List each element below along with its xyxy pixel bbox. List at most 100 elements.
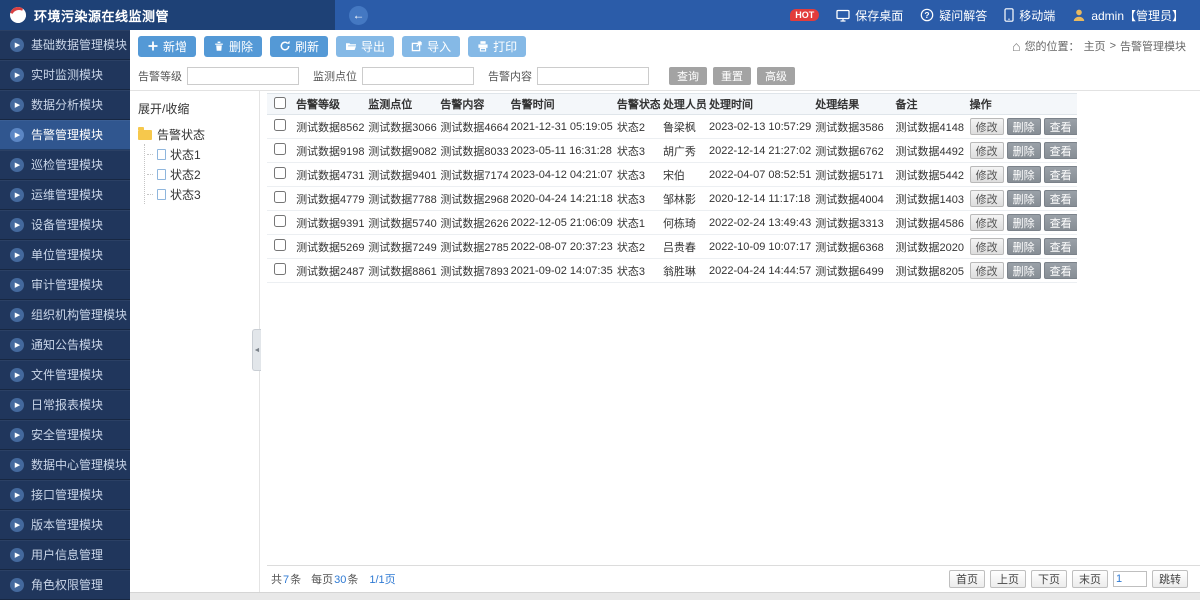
- sidebar-item[interactable]: ▶数据中心管理模块: [0, 450, 130, 480]
- edit-button[interactable]: 修改: [970, 118, 1004, 135]
- refresh-button[interactable]: 刷新: [270, 36, 328, 57]
- select-all-checkbox[interactable]: [274, 97, 286, 109]
- table-cell: 测试数据8861: [365, 259, 437, 283]
- row-checkbox[interactable]: [274, 143, 286, 155]
- edit-button[interactable]: 修改: [970, 142, 1004, 159]
- sidebar-item[interactable]: ▶审计管理模块: [0, 270, 130, 300]
- edit-button[interactable]: 修改: [970, 262, 1004, 279]
- chevron-right-icon: ▶: [10, 308, 24, 322]
- sidebar-item[interactable]: ▶告警管理模块: [0, 120, 130, 150]
- delete-button[interactable]: 删除: [1007, 190, 1041, 207]
- tree-root-node[interactable]: 告警状态: [138, 124, 259, 144]
- row-checkbox[interactable]: [274, 215, 286, 227]
- first-page-button[interactable]: 首页: [949, 570, 985, 588]
- edit-button[interactable]: 修改: [970, 190, 1004, 207]
- delete-button[interactable]: 删除: [1007, 142, 1041, 159]
- view-button[interactable]: 查看: [1044, 262, 1077, 279]
- tree-node-label: 状态2: [170, 166, 201, 183]
- sidebar-item[interactable]: ▶通知公告模块: [0, 330, 130, 360]
- page-jump-input[interactable]: [1113, 571, 1147, 587]
- sidebar-item[interactable]: ▶巡检管理模块: [0, 150, 130, 180]
- topbar-link-monitor[interactable]: 保存桌面: [836, 7, 903, 24]
- print-button[interactable]: 打印: [468, 36, 526, 57]
- home-icon: ⌂: [1012, 39, 1020, 53]
- sidebar-item[interactable]: ▶单位管理模块: [0, 240, 130, 270]
- sidebar-item[interactable]: ▶数据分析模块: [0, 90, 130, 120]
- table-cell: 2022-10-09 10:07:17: [706, 235, 812, 259]
- view-button[interactable]: 查看: [1044, 166, 1077, 183]
- row-checkbox[interactable]: [274, 167, 286, 179]
- view-button[interactable]: 查看: [1044, 214, 1077, 231]
- delete-button[interactable]: 删除: [1007, 238, 1041, 255]
- delete-button[interactable]: 删除: [1007, 214, 1041, 231]
- prev-page-button[interactable]: 上页: [990, 570, 1026, 588]
- advanced-button[interactable]: 高级: [757, 67, 795, 85]
- delete-button[interactable]: 删除: [1007, 262, 1041, 279]
- logo-area: 环境污染源在线监测管: [0, 0, 335, 30]
- back-arrow-icon[interactable]: ←: [349, 6, 368, 25]
- column-header: 操作: [967, 94, 1077, 115]
- delete-button[interactable]: 删除: [204, 36, 262, 57]
- table-cell: 2020-12-14 11:17:18: [706, 187, 812, 211]
- edit-button[interactable]: 修改: [970, 214, 1004, 231]
- tree-node[interactable]: 状态1: [147, 144, 259, 164]
- table-cell: 状态1: [614, 211, 660, 235]
- sidebar-item[interactable]: ▶日常报表模块: [0, 390, 130, 420]
- row-checkbox[interactable]: [274, 239, 286, 251]
- user-menu[interactable]: admin【管理员】: [1072, 7, 1184, 24]
- panel-collapse-handle[interactable]: ◄: [252, 329, 261, 371]
- page-jump-button[interactable]: 跳转: [1152, 570, 1188, 588]
- edit-button[interactable]: 修改: [970, 166, 1004, 183]
- view-button[interactable]: 查看: [1044, 190, 1077, 207]
- topbar-link-question[interactable]: ?疑问解答: [920, 7, 987, 24]
- sidebar-item[interactable]: ▶设备管理模块: [0, 210, 130, 240]
- monitor-point-input[interactable]: [362, 67, 474, 85]
- sidebar-item-label: 文件管理模块: [31, 366, 103, 383]
- filter-field: 告警内容: [488, 67, 649, 85]
- view-button[interactable]: 查看: [1044, 118, 1077, 135]
- export-icon: [345, 40, 357, 52]
- last-page-button[interactable]: 末页: [1072, 570, 1108, 588]
- row-checkbox[interactable]: [274, 119, 286, 131]
- per-page-text: 每页30条: [311, 571, 358, 587]
- sidebar-item[interactable]: ▶文件管理模块: [0, 360, 130, 390]
- pagination-bar: 共7条 每页30条 1/1页 首页上页下页末页 跳转: [267, 565, 1200, 592]
- table-cell: 测试数据7174: [437, 163, 507, 187]
- filter-label: 告警内容: [488, 68, 532, 84]
- table-cell: 测试数据5171: [812, 163, 892, 187]
- table-cell: 测试数据5269: [293, 235, 365, 259]
- sidebar-item[interactable]: ▶用户信息管理: [0, 540, 130, 570]
- export-button[interactable]: 导出: [336, 36, 394, 57]
- view-button[interactable]: 查看: [1044, 238, 1077, 255]
- import-button[interactable]: 导入: [402, 36, 460, 57]
- edit-button[interactable]: 修改: [970, 238, 1004, 255]
- sidebar-item[interactable]: ▶运维管理模块: [0, 180, 130, 210]
- row-select-cell: [267, 187, 293, 211]
- sidebar-item[interactable]: ▶基础数据管理模块: [0, 30, 130, 60]
- delete-button[interactable]: 删除: [1007, 118, 1041, 135]
- sidebar-item[interactable]: ▶安全管理模块: [0, 420, 130, 450]
- sidebar-item[interactable]: ▶版本管理模块: [0, 510, 130, 540]
- alarm-content-input[interactable]: [537, 67, 649, 85]
- sidebar-item[interactable]: ▶组织机构管理模块: [0, 300, 130, 330]
- add-button[interactable]: 新增: [138, 36, 196, 57]
- bottom-scrollbar-strip[interactable]: [130, 592, 1200, 600]
- reset-button[interactable]: 重置: [713, 67, 751, 85]
- breadcrumb-home[interactable]: 主页: [1084, 38, 1106, 54]
- tree-expand-collapse[interactable]: 展开/收缩: [138, 100, 259, 117]
- row-checkbox[interactable]: [274, 191, 286, 203]
- view-button[interactable]: 查看: [1044, 142, 1077, 159]
- next-page-button[interactable]: 下页: [1031, 570, 1067, 588]
- table-cell: 状态2: [614, 235, 660, 259]
- sidebar-item[interactable]: ▶实时监测模块: [0, 60, 130, 90]
- row-checkbox[interactable]: [274, 263, 286, 275]
- sidebar-item-label: 单位管理模块: [31, 246, 103, 263]
- delete-button[interactable]: 删除: [1007, 166, 1041, 183]
- topbar-link-phone[interactable]: 移动端: [1004, 7, 1055, 24]
- sidebar-item[interactable]: ▶角色权限管理: [0, 570, 130, 600]
- tree-node[interactable]: 状态2: [147, 164, 259, 184]
- sidebar-item[interactable]: ▶接口管理模块: [0, 480, 130, 510]
- alarm-level-input[interactable]: [187, 67, 299, 85]
- tree-node[interactable]: 状态3: [147, 184, 259, 204]
- search-button[interactable]: 查询: [669, 67, 707, 85]
